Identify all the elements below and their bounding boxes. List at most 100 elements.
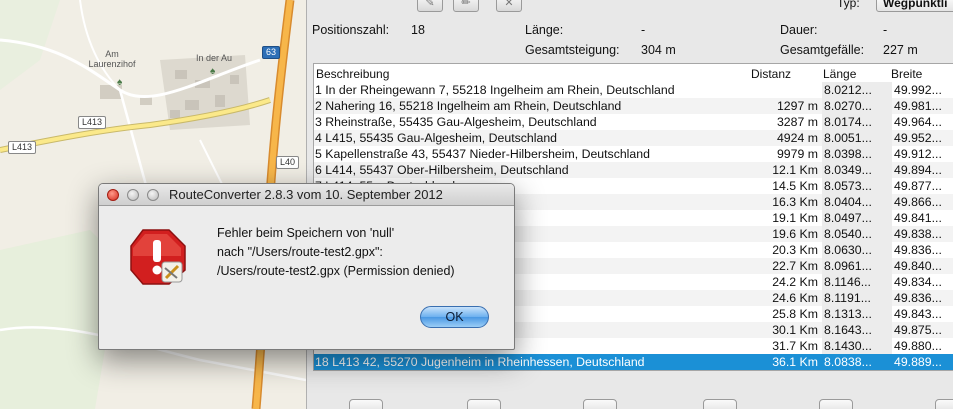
- cell-laenge: 8.0051...: [824, 131, 872, 145]
- cell-breite: 49.952...: [894, 131, 942, 145]
- cell-laenge: 8.0961...: [824, 259, 872, 273]
- cell-laenge: 8.1643...: [824, 323, 872, 337]
- dialog-title: RouteConverter 2.8.3 vom 10. September 2…: [169, 187, 443, 202]
- cell-breite: 49.894...: [894, 163, 942, 177]
- cell-laenge: 8.0212...: [824, 83, 872, 97]
- cell-beschreibung: 6 L414, 55437 Ober-Hilbersheim, Deutschl…: [315, 163, 569, 177]
- pencil-icon[interactable]: ✏: [453, 0, 479, 12]
- cell-distanz: 19.6 Km: [772, 227, 818, 241]
- ok-button[interactable]: OK: [420, 306, 489, 328]
- bottom-toolbar-button[interactable]: [819, 399, 853, 409]
- error-stop-icon: [130, 229, 186, 285]
- cell-laenge: 8.0404...: [824, 195, 872, 209]
- cell-distanz: 4924 m: [776, 131, 818, 145]
- cell-distanz: 36.1 Km: [772, 355, 818, 369]
- cell-breite: 49.912...: [894, 147, 942, 161]
- table-row[interactable]: 2 Nahering 16, 55218 Ingelheim am Rhein,…: [314, 98, 953, 114]
- cell-breite: 49.964...: [894, 115, 942, 129]
- cell-laenge: 8.0630...: [824, 243, 872, 257]
- table-row[interactable]: 4 L415, 55435 Gau-Algesheim, Deutschland…: [314, 130, 953, 146]
- cell-laenge: 8.1313...: [824, 307, 872, 321]
- bottom-toolbar-button[interactable]: [583, 399, 617, 409]
- cell-distanz: 25.8 Km: [772, 307, 818, 321]
- cell-breite: 49.841...: [894, 211, 942, 225]
- cell-laenge: 8.0349...: [824, 163, 872, 177]
- dialog-message-line: Fehler beim Speichern von 'null': [217, 226, 395, 240]
- cell-laenge: 8.0573...: [824, 179, 872, 193]
- road-shield: L413: [78, 116, 107, 129]
- column-header-beschreibung[interactable]: Beschreibung: [316, 67, 389, 81]
- column-header-laenge[interactable]: Länge: [823, 67, 856, 81]
- bottom-toolbar-button[interactable]: [935, 399, 953, 409]
- table-row[interactable]: 3 Rheinstraße, 55435 Gau-Algesheim, Deut…: [314, 114, 953, 130]
- column-header-distanz[interactable]: Distanz: [751, 67, 791, 81]
- cell-breite: 49.981...: [894, 99, 942, 113]
- road-shield: L40: [276, 156, 300, 169]
- laenge-value: -: [641, 23, 646, 37]
- typ-label: Typ:: [837, 0, 860, 10]
- cell-breite: 49.880...: [894, 339, 942, 353]
- cell-laenge: 8.0398...: [824, 147, 872, 161]
- highway-shield: 63: [262, 46, 281, 59]
- cell-breite: 49.843...: [894, 307, 942, 321]
- positionszahl-value: 18: [411, 23, 425, 37]
- road-shield: L413: [8, 141, 37, 154]
- cell-beschreibung: 1 In der Rheingewann 7, 55218 Ingelheim …: [315, 83, 675, 97]
- cell-distanz: 22.7 Km: [772, 259, 818, 273]
- cell-breite: 49.889...: [894, 355, 942, 369]
- gesamtsteigung-label: Gesamtsteigung:: [525, 43, 620, 57]
- map-place-label: In der Au: [195, 53, 233, 63]
- typ-select[interactable]: Wegpunktli: [876, 0, 953, 12]
- edit-position-icon[interactable]: ✎: [417, 0, 443, 12]
- gesamtsteigung-value: 304 m: [641, 43, 676, 57]
- table-row[interactable]: 1 In der Rheingewann 7, 55218 Ingelheim …: [314, 82, 953, 98]
- cell-beschreibung: 4 L415, 55435 Gau-Algesheim, Deutschland: [315, 131, 557, 145]
- cell-distanz: 16.3 Km: [772, 195, 818, 209]
- cell-laenge: 8.0838...: [824, 355, 872, 369]
- dialog-title-bar[interactable]: RouteConverter 2.8.3 vom 10. September 2…: [99, 184, 514, 206]
- cell-laenge: 8.1146...: [824, 275, 871, 289]
- cell-beschreibung: 3 Rheinstraße, 55435 Gau-Algesheim, Deut…: [315, 115, 597, 129]
- column-header-breite[interactable]: Breite: [891, 67, 922, 81]
- cell-breite: 49.836...: [894, 243, 942, 257]
- dialog-message-line: nach "/Users/route-test2.gpx":: [217, 245, 383, 259]
- cell-distanz: 31.7 Km: [772, 339, 818, 353]
- minimize-window-button[interactable]: [127, 189, 139, 201]
- bottom-toolbar-button[interactable]: [467, 399, 501, 409]
- cell-distanz: 20.3 Km: [772, 243, 818, 257]
- delete-icon[interactable]: ✕: [496, 0, 522, 12]
- cell-breite: 49.836...: [894, 291, 942, 305]
- cell-laenge: 8.1430...: [824, 339, 872, 353]
- park-icon: ♠: [210, 66, 216, 77]
- bottom-toolbar-button[interactable]: [349, 399, 383, 409]
- table-row[interactable]: 5 Kapellenstraße 43, 55437 Nieder-Hilber…: [314, 146, 953, 162]
- dauer-label: Dauer:: [780, 23, 818, 37]
- map-place-label: Am Laurenzihof: [88, 49, 136, 69]
- cell-distanz: 24.2 Km: [772, 275, 818, 289]
- cell-laenge: 8.0497...: [824, 211, 872, 225]
- cell-laenge: 8.1191...: [824, 291, 871, 305]
- zoom-window-button[interactable]: [147, 189, 159, 201]
- park-icon: ♠: [117, 77, 123, 88]
- cell-distanz: 24.6 Km: [772, 291, 818, 305]
- cell-distanz: 9979 m: [776, 147, 818, 161]
- cell-beschreibung: 18 L413 42, 55270 Jugenheim in Rheinhess…: [315, 355, 645, 369]
- cell-breite: 49.992...: [894, 83, 942, 97]
- cell-distanz: 30.1 Km: [772, 323, 818, 337]
- bottom-toolbar-button[interactable]: [703, 399, 737, 409]
- table-row[interactable]: 6 L414, 55437 Ober-Hilbersheim, Deutschl…: [314, 162, 953, 178]
- cell-distanz: 12.1 Km: [772, 163, 818, 177]
- cell-laenge: 8.0540...: [824, 227, 872, 241]
- dialog-message-line: /Users/route-test2.gpx (Permission denie…: [217, 264, 455, 278]
- cell-distanz: 3287 m: [776, 115, 818, 129]
- cell-laenge: 8.0270...: [824, 99, 872, 113]
- cell-laenge: 8.0174...: [824, 115, 872, 129]
- close-window-button[interactable]: [107, 189, 119, 201]
- cell-distanz: 14.5 Km: [772, 179, 818, 193]
- cell-breite: 49.834...: [894, 275, 942, 289]
- cell-distanz: 19.1 Km: [772, 211, 818, 225]
- positionszahl-label: Positionszahl:: [312, 23, 390, 37]
- error-dialog: RouteConverter 2.8.3 vom 10. September 2…: [98, 183, 515, 350]
- table-row[interactable]: 18 L413 42, 55270 Jugenheim in Rheinhess…: [314, 354, 953, 370]
- gesamtgefaelle-label: Gesamtgefälle:: [780, 43, 865, 57]
